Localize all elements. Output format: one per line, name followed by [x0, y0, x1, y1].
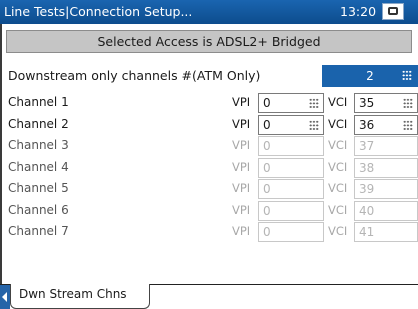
- vci-field[interactable]: 36: [354, 114, 418, 135]
- vci-value: 38: [359, 160, 375, 175]
- vci-field: 41: [354, 222, 418, 242]
- channel-label: Channel 4: [8, 159, 69, 174]
- channel-label: Channel 5: [8, 181, 69, 195]
- channel-row: Channel 7 VPI 0 VCI 41: [0, 221, 418, 243]
- vpi-field[interactable]: 0: [258, 93, 324, 113]
- vci-value: 39: [359, 182, 375, 196]
- channel-row: Channel 2 VPI 0 VCI 36: [0, 114, 418, 136]
- power-status-icon[interactable]: [382, 3, 404, 20]
- downstream-count-selector[interactable]: 2: [322, 65, 418, 87]
- channel-row: Channel 4 VPI 0 VCI 38: [0, 157, 418, 179]
- vpi-label: VPI: [232, 95, 251, 109]
- vci-value: 35: [359, 96, 375, 110]
- vpi-field: 0: [258, 179, 324, 199]
- vpi-label: VPI: [232, 202, 251, 217]
- vpi-value: 0: [263, 182, 271, 196]
- clock: 13:20: [340, 4, 377, 19]
- downstream-channels-label: Downstream only channels #(ATM Only): [8, 68, 261, 83]
- vci-label: VCI: [328, 138, 348, 152]
- vpi-label: VPI: [232, 181, 251, 195]
- channel-label: Channel 7: [8, 224, 69, 238]
- vpi-value: 0: [263, 117, 271, 132]
- keypad-icon[interactable]: [309, 98, 319, 109]
- channel-label: Channel 1: [8, 95, 69, 109]
- keypad-icon[interactable]: [403, 98, 413, 109]
- channel-row: Channel 3 VPI 0 VCI 37: [0, 135, 418, 157]
- vpi-label: VPI: [232, 116, 251, 131]
- vci-field: 39: [354, 179, 418, 199]
- vci-field: 37: [354, 136, 418, 156]
- vci-field: 38: [354, 157, 418, 178]
- vci-label: VCI: [328, 181, 348, 195]
- vci-value: 36: [359, 117, 375, 132]
- vci-label: VCI: [328, 224, 348, 238]
- vci-value: 37: [359, 139, 375, 153]
- channel-row: Channel 6 VPI 0 VCI 40: [0, 200, 418, 222]
- vci-value: 40: [359, 203, 375, 218]
- vpi-label: VPI: [232, 159, 251, 174]
- vci-label: VCI: [328, 202, 348, 217]
- vpi-field: 0: [258, 200, 324, 221]
- vpi-field: 0: [258, 222, 324, 242]
- vpi-field: 0: [258, 157, 324, 178]
- vpi-value: 0: [263, 225, 271, 239]
- vpi-value: 0: [263, 96, 271, 110]
- vci-label: VCI: [328, 159, 348, 174]
- vci-label: VCI: [328, 95, 348, 109]
- keypad-icon[interactable]: [403, 119, 413, 131]
- vci-label: VCI: [328, 116, 348, 131]
- channel-label: Channel 2: [8, 116, 69, 131]
- tab-label: Dwn Stream Chns: [19, 287, 127, 301]
- window-title: Line Tests|Connection Setup...: [4, 4, 193, 19]
- vci-value: 41: [359, 225, 375, 239]
- tab-dwn-stream-chns[interactable]: Dwn Stream Chns: [10, 284, 150, 309]
- vpi-value: 0: [263, 160, 271, 175]
- channel-label: Channel 6: [8, 202, 69, 217]
- vpi-field[interactable]: 0: [258, 114, 324, 135]
- tab-scroll-left-icon[interactable]: [0, 285, 10, 309]
- downstream-count-value: 2: [366, 69, 374, 83]
- channel-row: Channel 1 VPI 0 VCI 35: [0, 92, 418, 114]
- vpi-label: VPI: [232, 138, 251, 152]
- vci-field[interactable]: 35: [354, 93, 418, 113]
- vpi-field: 0: [258, 136, 324, 156]
- keypad-icon[interactable]: [402, 70, 412, 81]
- vpi-label: VPI: [232, 224, 251, 238]
- access-banner: Selected Access is ADSL2+ Bridged: [6, 30, 412, 53]
- vpi-value: 0: [263, 139, 271, 153]
- keypad-icon[interactable]: [309, 119, 319, 131]
- channel-label: Channel 3: [8, 138, 69, 152]
- title-bar: Line Tests|Connection Setup... 13:20: [0, 0, 418, 24]
- vci-field: 40: [354, 200, 418, 221]
- channel-row: Channel 5 VPI 0 VCI 39: [0, 178, 418, 200]
- vpi-value: 0: [263, 203, 271, 218]
